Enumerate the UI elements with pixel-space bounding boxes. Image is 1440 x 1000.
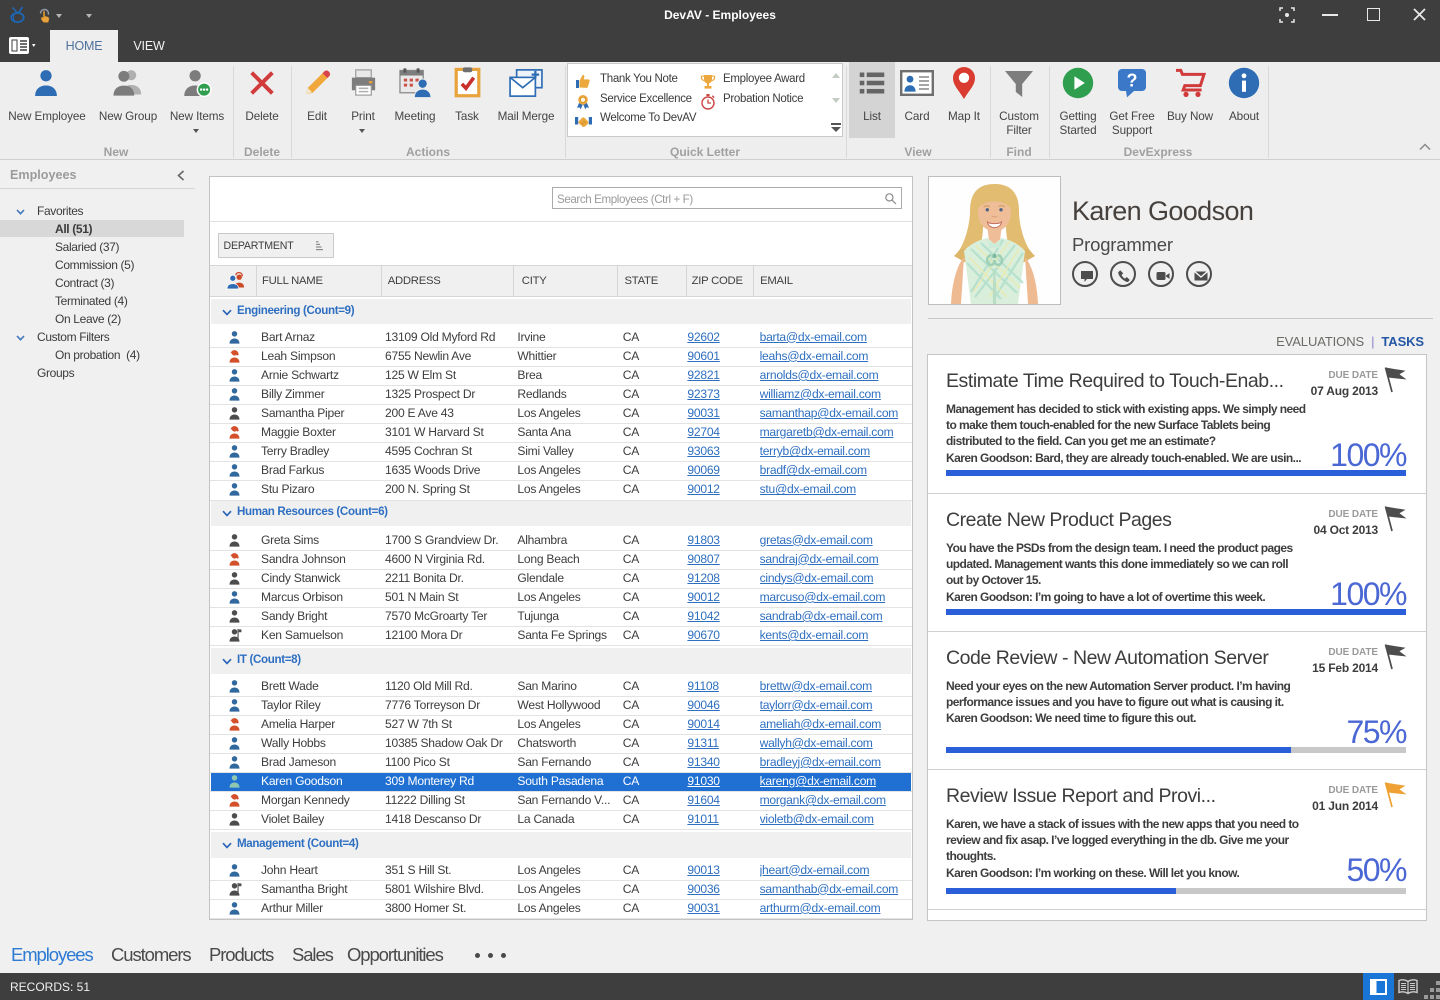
svg-text:?: ? — [1127, 71, 1138, 91]
